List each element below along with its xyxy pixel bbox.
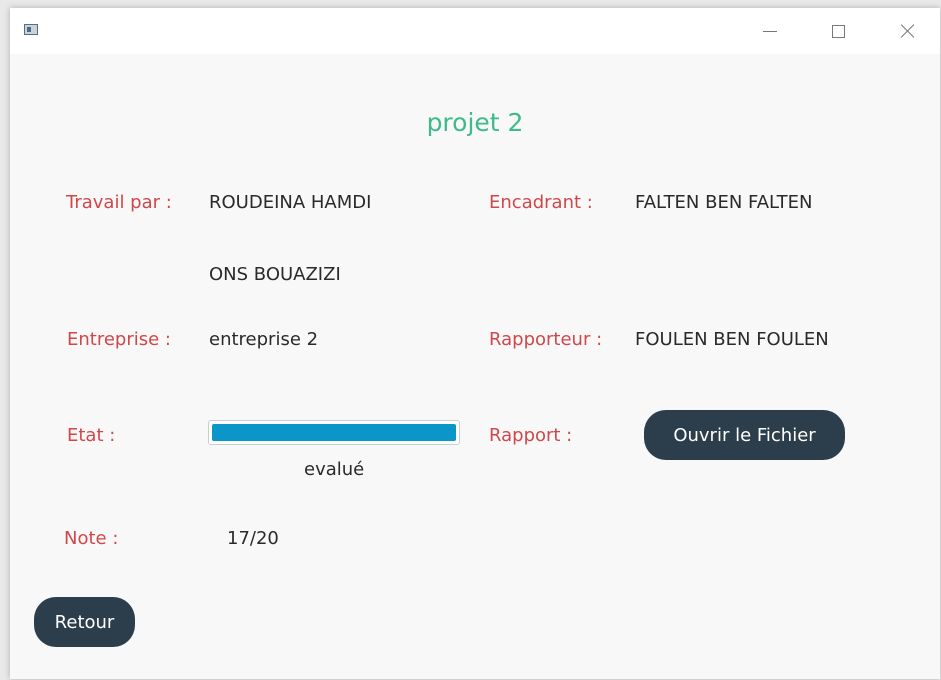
open-file-button[interactable]: Ouvrir le Fichier	[644, 410, 845, 460]
travail-value-2: ONS BOUAZIZI	[209, 264, 341, 285]
etat-progress-fill	[212, 424, 456, 441]
back-button[interactable]: Retour	[34, 597, 135, 647]
maximize-icon	[831, 24, 845, 38]
minimize-button[interactable]	[753, 18, 787, 44]
title-bar[interactable]	[10, 8, 940, 54]
travail-label: Travail par :	[66, 192, 172, 213]
app-icon	[24, 24, 38, 35]
close-button[interactable]	[891, 18, 925, 44]
rapporteur-value: FOULEN BEN FOULEN	[635, 329, 829, 350]
etat-progress-bar	[208, 420, 460, 445]
etat-status: evalué	[304, 459, 365, 480]
rapporteur-label: Rapporteur :	[489, 329, 603, 350]
rapport-label: Rapport :	[489, 425, 573, 446]
note-label: Note :	[64, 528, 119, 549]
travail-value-1: ROUDEINA HAMDI	[209, 192, 372, 213]
encadrant-label: Encadrant :	[489, 192, 593, 213]
maximize-button[interactable]	[821, 18, 855, 44]
note-value: 17/20	[227, 528, 279, 549]
encadrant-value: FALTEN BEN FALTEN	[635, 192, 813, 213]
close-icon	[900, 23, 916, 39]
entreprise-value: entreprise 2	[209, 329, 319, 350]
page-title: projet 2	[426, 108, 524, 137]
app-window: projet 2 Travail par : ROUDEINA HAMDI ON…	[10, 8, 940, 679]
minimize-icon	[763, 30, 777, 32]
etat-label: Etat :	[67, 425, 116, 446]
entreprise-label: Entreprise :	[67, 329, 171, 350]
